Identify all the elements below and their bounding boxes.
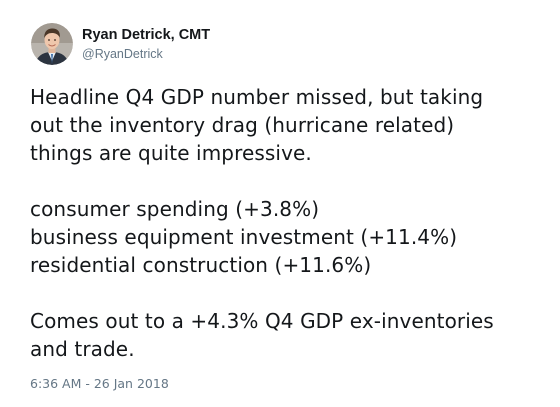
avatar[interactable] (31, 23, 73, 65)
tweet-text-line: Headline Q4 GDP number missed, but takin… (30, 85, 484, 109)
tweet-text-line: consumer spending (+3.8%) (30, 197, 320, 221)
tweet-text-line: out the inventory drag (hurricane relate… (30, 113, 455, 137)
tweet-text-line: and trade. (30, 337, 135, 361)
tweet-timestamp[interactable]: 6:36 AM - 26 Jan 2018 (30, 376, 169, 392)
author-names: Ryan Detrick, CMT @RyanDetrick (82, 26, 210, 62)
author-handle[interactable]: @RyanDetrick (82, 46, 210, 62)
user-profile-photo-icon (31, 23, 73, 65)
author-display-name[interactable]: Ryan Detrick, CMT (82, 26, 210, 44)
tweet-text-line: business equipment investment (+11.4%) (30, 225, 458, 249)
tweet-text-line: residential construction (+11.6%) (30, 253, 372, 277)
tweet-text-line: Comes out to a +4.3% Q4 GDP ex-inventori… (30, 309, 494, 333)
tweet-header: Ryan Detrick, CMT @RyanDetrick (31, 20, 210, 68)
tweet-card: Ryan Detrick, CMT @RyanDetrick Headline … (0, 0, 560, 407)
tweet-text-line: things are quite impressive. (30, 141, 312, 165)
tweet-text: Headline Q4 GDP number missed, but takin… (30, 83, 550, 363)
